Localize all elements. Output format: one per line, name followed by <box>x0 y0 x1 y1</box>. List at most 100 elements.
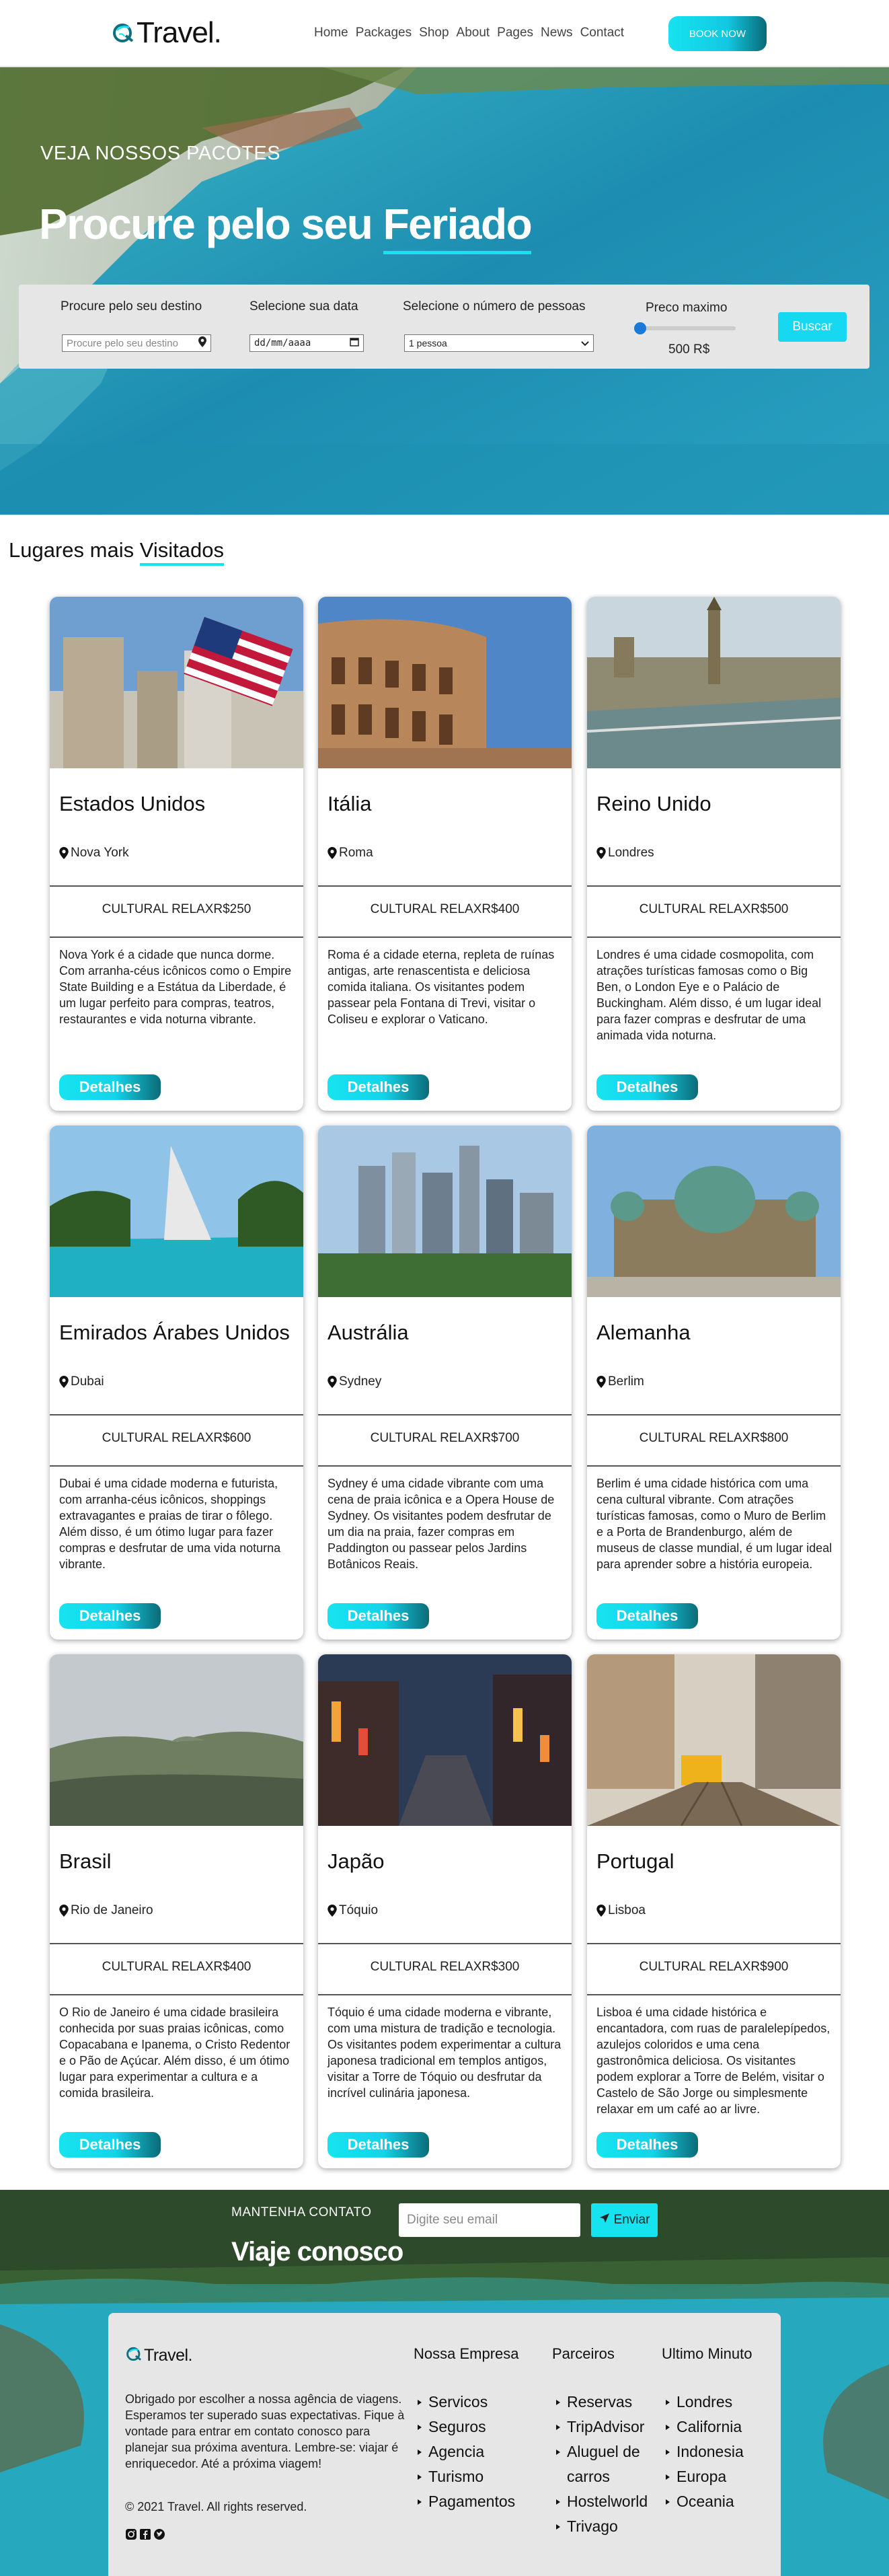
globe-plane-icon <box>125 2345 143 2366</box>
card-tags-price: CULTURAL RELAXR$500 <box>639 902 789 916</box>
footer-link[interactable]: Trivago <box>552 2514 653 2539</box>
hero-subtitle: VEJA NOSSOS PACOTES <box>40 143 281 164</box>
date-input[interactable]: dd/mm/aaaa <box>249 334 364 352</box>
card-city-label: Tóquio <box>339 1903 379 1917</box>
card-city-label: Lisboa <box>608 1903 646 1917</box>
send-button[interactable]: Enviar <box>591 2203 658 2237</box>
card-description: Roma é a cidade eterna, repleta de ruína… <box>327 948 555 1026</box>
footer-link[interactable]: California <box>662 2415 752 2439</box>
price-field: Preco maximo <box>646 299 746 316</box>
card-country: Emirados Árabes Unidos <box>59 1321 290 1344</box>
footer-link[interactable]: Seguros <box>414 2415 519 2439</box>
card-country: Reino Unido <box>596 792 711 815</box>
divider <box>318 936 572 938</box>
search-panel: Procure pelo seu destino Procure pelo se… <box>19 285 869 369</box>
nav-item-news[interactable]: News <box>541 26 573 40</box>
details-button[interactable]: Detalhes <box>59 2132 161 2158</box>
divider <box>318 1994 572 1995</box>
email-input[interactable]: Digite seu email <box>399 2203 580 2237</box>
divider <box>587 885 841 887</box>
price-slider-handle[interactable] <box>634 322 646 334</box>
destination-photo-portugal <box>587 1654 841 1826</box>
footer-link[interactable]: TripAdvisor <box>552 2415 653 2439</box>
card-city-label: Nova York <box>71 846 129 860</box>
chevron-down-icon <box>581 338 589 348</box>
nav-item-packages[interactable]: Packages <box>356 26 412 40</box>
footer-link[interactable]: Servicos <box>414 2390 519 2415</box>
footer-link[interactable]: Agencia <box>414 2439 519 2464</box>
footer-link[interactable]: Europa <box>662 2464 752 2489</box>
facebook-icon[interactable] <box>139 2528 151 2540</box>
card-city-label: Londres <box>608 846 654 860</box>
footer-link[interactable]: Turismo <box>414 2464 519 2489</box>
hero-title-highlight: Feriado <box>383 200 533 254</box>
destination-input[interactable]: Procure pelo seu destino <box>62 334 211 352</box>
card-city: Dubai <box>59 1374 104 1389</box>
footer-link[interactable]: Oceania <box>662 2489 752 2514</box>
destination-photo-brazil <box>50 1654 303 1826</box>
nav-item-about[interactable]: About <box>457 26 490 40</box>
footer-link[interactable]: Aluguel de carros <box>552 2439 653 2489</box>
footer-link[interactable]: Hostelworld <box>552 2489 653 2514</box>
brand-name: Travel. <box>137 16 222 49</box>
details-button[interactable]: Detalhes <box>596 1603 698 1629</box>
details-button[interactable]: Detalhes <box>596 1074 698 1100</box>
location-pin-icon <box>596 1905 606 1917</box>
people-field: Selecione o número de pessoas 1 pessoa <box>403 299 605 352</box>
details-button[interactable]: Detalhes <box>327 2132 429 2158</box>
card-description: Londres é uma cidade cosmopolita, com at… <box>596 948 822 1042</box>
nav-item-home[interactable]: Home <box>314 26 348 40</box>
destination-photo-uk <box>587 597 841 768</box>
footer-link[interactable]: Indonesia <box>662 2439 752 2464</box>
destination-card: Portugal Lisboa CULTURAL RELAXR$900 Lisb… <box>587 1654 841 2168</box>
people-select[interactable]: 1 pessoa <box>404 334 594 352</box>
divider <box>50 936 303 938</box>
card-tags-price: CULTURAL RELAXR$250 <box>102 902 252 916</box>
nav-item-pages[interactable]: Pages <box>497 26 533 40</box>
details-button[interactable]: Detalhes <box>327 1603 429 1629</box>
instagram-icon[interactable] <box>125 2528 137 2540</box>
details-button[interactable]: Detalhes <box>327 1074 429 1100</box>
destination-photo-uae <box>50 1126 303 1297</box>
location-pin-icon <box>59 1376 69 1388</box>
divider <box>50 885 303 887</box>
footer-brand-name: Travel. <box>144 2346 192 2365</box>
destination-photo-australia <box>318 1126 572 1297</box>
newsletter-label: MANTENHA CONTATO <box>231 2205 372 2219</box>
book-now-button[interactable]: BOOK NOW <box>668 16 767 51</box>
location-pin-icon <box>327 1376 337 1388</box>
price-label: Preco maximo <box>646 301 728 315</box>
divider <box>50 1943 303 1944</box>
destination-photo-japan <box>318 1654 572 1826</box>
divider <box>318 1465 572 1467</box>
destination-card: Japão Tóquio CULTURAL RELAXR$300 Tóquio … <box>318 1654 572 2168</box>
destination-card: Emirados Árabes Unidos Dubai CULTURAL RE… <box>50 1126 303 1640</box>
divider <box>587 936 841 938</box>
divider <box>587 1943 841 1944</box>
card-city: Roma <box>327 846 373 860</box>
twitter-icon[interactable] <box>153 2528 165 2540</box>
section-title: Lugares mais Visitados <box>9 538 224 566</box>
footer-link[interactable]: Londres <box>662 2390 752 2415</box>
footer-link[interactable]: Pagamentos <box>414 2489 519 2514</box>
nav-item-contact[interactable]: Contact <box>580 26 624 40</box>
divider <box>587 1414 841 1415</box>
hero-title: Procure pelo seu Feriado <box>39 199 533 254</box>
nav-item-shop[interactable]: Shop <box>419 26 449 40</box>
destination-placeholder: Procure pelo seu destino <box>67 337 178 349</box>
date-placeholder: dd/mm/aaaa <box>254 338 311 348</box>
search-button[interactable]: Buscar <box>778 312 847 342</box>
details-button[interactable]: Detalhes <box>596 2132 698 2158</box>
card-country: Japão <box>327 1849 385 1873</box>
card-city-label: Dubai <box>71 1374 104 1389</box>
footer-link[interactable]: Reservas <box>552 2390 653 2415</box>
price-slider-track[interactable] <box>636 326 736 330</box>
card-city: Tóquio <box>327 1903 378 1918</box>
details-button[interactable]: Detalhes <box>59 1603 161 1629</box>
card-description: Berlim é uma cidade histórica com uma ce… <box>596 1477 833 1571</box>
footer-logo[interactable]: Travel. <box>125 2345 192 2366</box>
details-button[interactable]: Detalhes <box>59 1074 161 1100</box>
destination-card: Austrália Sydney CULTURAL RELAXR$700 Syd… <box>318 1126 572 1640</box>
card-city: Rio de Janeiro <box>59 1903 153 1918</box>
brand-logo[interactable]: Travel. <box>111 16 222 50</box>
